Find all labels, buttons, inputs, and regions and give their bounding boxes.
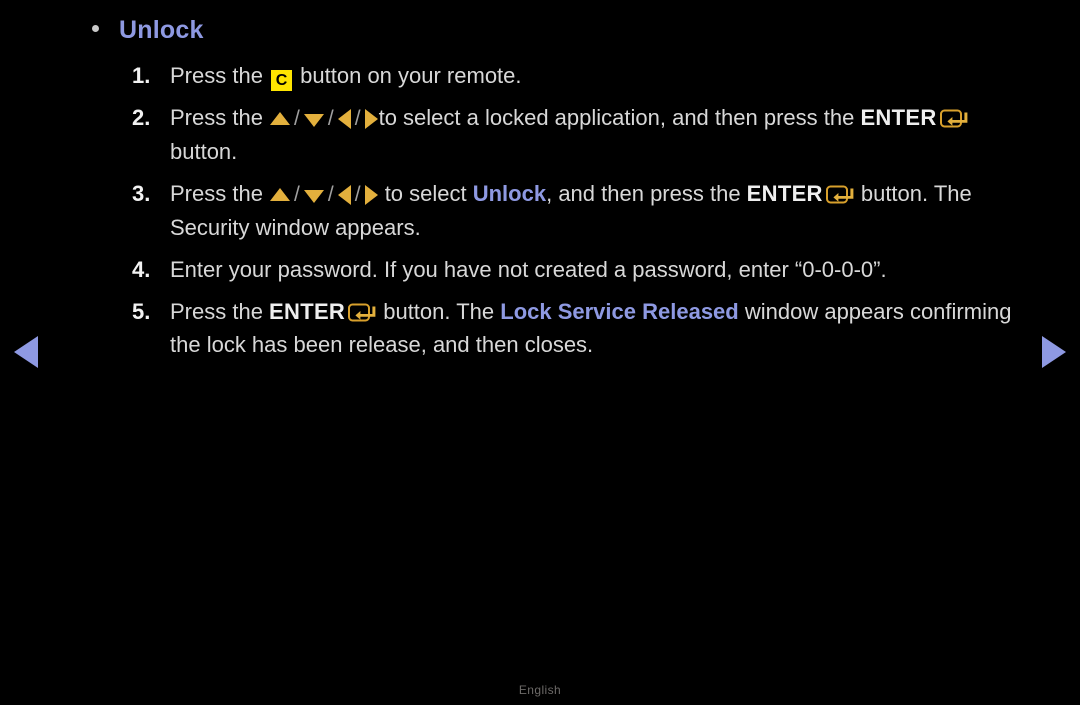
step-text-run: Enter your password. If you have not cre… bbox=[170, 257, 887, 282]
step-item: 1. Press the C button on your remote. bbox=[132, 59, 1032, 92]
arrow-down-icon bbox=[303, 113, 324, 127]
step-text-run: , and then press the bbox=[546, 181, 747, 206]
section-heading-label: Unlock bbox=[119, 16, 204, 44]
step-text: Press the C button on your remote. bbox=[170, 59, 1032, 92]
separator: / bbox=[354, 107, 361, 130]
step-number: 2. bbox=[132, 105, 151, 130]
section-heading: Unlock bbox=[92, 0, 1080, 45]
step-number: 5. bbox=[132, 299, 151, 324]
separator: / bbox=[327, 183, 334, 206]
step-number: 3. bbox=[132, 181, 151, 206]
step-text-run: button. bbox=[170, 139, 238, 164]
highlight-label: Lock Service Released bbox=[500, 299, 739, 324]
step-text-run: to select bbox=[378, 181, 473, 206]
step-text-run: Press the bbox=[170, 299, 270, 324]
arrow-down-icon bbox=[303, 189, 324, 203]
footer: English bbox=[0, 683, 1080, 697]
step-text-run: to select a locked application, and then… bbox=[378, 105, 861, 130]
emphasis-label: ENTER bbox=[860, 105, 937, 130]
step-number: 4. bbox=[132, 257, 151, 282]
step-text-run: Press the bbox=[170, 105, 270, 130]
arrow-up-icon bbox=[270, 111, 291, 125]
content-area: Unlock 1. Press the C button on your remo… bbox=[0, 0, 1080, 370]
step-item: 3. Press the / / / to select Unlock, and th… bbox=[132, 177, 1032, 244]
separator: / bbox=[354, 183, 361, 206]
step-text: Press the / / / to select Unlock, and then… bbox=[170, 177, 1032, 244]
highlight-label: Unlock bbox=[472, 181, 547, 206]
emphasis-label: ENTER bbox=[269, 299, 346, 324]
separator: / bbox=[327, 107, 334, 130]
enter-key-icon bbox=[348, 302, 376, 323]
emphasis-label: ENTER bbox=[746, 181, 823, 206]
step-number: 1. bbox=[132, 63, 151, 88]
step-item: 2. Press the / / / to select a locked applic… bbox=[132, 101, 1032, 168]
help-page: Unlock 1. Press the C button on your remo… bbox=[0, 0, 1080, 705]
arrow-right-icon bbox=[364, 185, 378, 206]
step-text-run: button. The bbox=[377, 299, 501, 324]
step-text-run: button on your remote. bbox=[294, 63, 522, 88]
enter-key-icon bbox=[825, 184, 854, 205]
arrow-up-icon bbox=[270, 187, 291, 201]
language-label: English bbox=[518, 683, 562, 697]
bullet-icon bbox=[92, 25, 99, 32]
step-item: 5. Press the ENTER button. The Lock Servi… bbox=[132, 295, 1032, 361]
step-text: Enter your password. If you have not cre… bbox=[170, 253, 1032, 286]
separator: / bbox=[294, 107, 300, 130]
step-text-run: Press the bbox=[170, 181, 270, 206]
step-text: Press the ENTER button. The Lock Service… bbox=[170, 295, 1032, 361]
arrow-right-icon bbox=[364, 109, 378, 130]
enter-key-icon bbox=[939, 108, 968, 129]
color-key-c-button-icon: C bbox=[271, 70, 293, 91]
step-text: Press the / / / to select a locked applicat… bbox=[170, 101, 1032, 168]
separator: / bbox=[294, 183, 300, 206]
arrow-left-icon bbox=[337, 185, 351, 206]
step-item: 4. Enter your password. If you have not c… bbox=[132, 253, 1032, 286]
step-text-run: Press the bbox=[170, 63, 270, 88]
steps-list: 1. Press the C button on your remote. 2. Pr… bbox=[132, 59, 1032, 361]
arrow-left-icon bbox=[337, 109, 351, 130]
